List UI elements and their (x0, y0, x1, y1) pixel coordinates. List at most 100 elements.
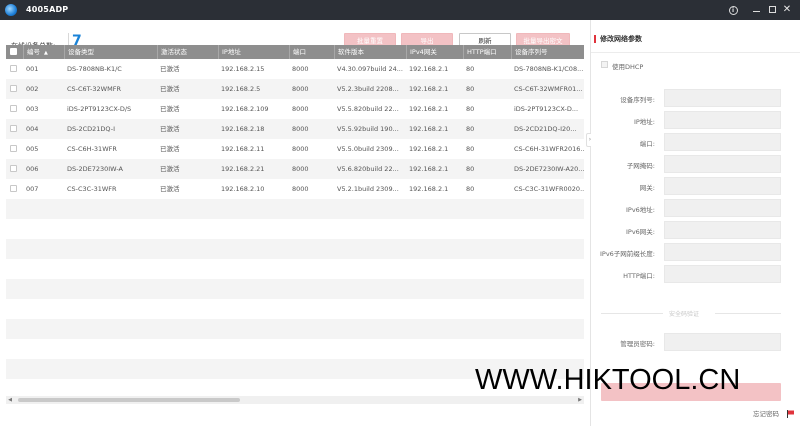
table-row[interactable]: 003 iDS-2PT9123CX-D/S 已激活 192.168.2.109 8000… (6, 99, 584, 119)
scroll-left-icon[interactable]: ◀ (6, 396, 14, 404)
ip-field[interactable] (664, 111, 781, 129)
table-header: 编号 ▲ 设备类型 激活状态 IP地址 端口 软件版本 IPv4网关 HTTP端口… (6, 45, 584, 59)
security-label: 安全码验证 (669, 311, 700, 318)
cell-ip: 192.168.2.5 (221, 85, 261, 93)
cell-serial: iDS-2PT9123CX-D... (514, 105, 579, 113)
column-header-device-type[interactable]: 设备类型 (64, 45, 157, 59)
cell-serial: CS-C6H-31WFR2016... (514, 145, 584, 153)
table-row[interactable]: 006 DS-2DE7230IW-A 已激活 192.168.2.21 8000 V5.6… (6, 159, 584, 179)
close-icon[interactable]: ✕ (780, 3, 794, 17)
device-table: 编号 ▲ 设备类型 激活状态 IP地址 端口 软件版本 IPv4网关 HTTP端口… (6, 45, 584, 395)
cell-id: 006 (26, 165, 39, 173)
ipv6-prefix-field[interactable] (664, 243, 781, 261)
sort-up-icon[interactable]: ▲ (44, 50, 48, 56)
app-title: 4005ADP (26, 5, 69, 14)
table-row[interactable]: 002 CS-C6T-32WMFR 已激活 192.168.2.5 8000 V5.2.3… (6, 79, 584, 99)
minimize-icon[interactable] (749, 3, 763, 17)
cell-device-type: CS-C6T-32WMFR (67, 85, 121, 93)
column-header-ip[interactable]: IP地址 (218, 45, 289, 59)
cell-id: 003 (26, 105, 39, 113)
column-header-port[interactable]: 端口 (289, 45, 334, 59)
cell-port: 8000 (292, 165, 309, 173)
table-row (6, 319, 584, 339)
forgot-password-link[interactable]: 忘记密码 (753, 408, 779, 418)
table-row[interactable]: 005 CS-C6H-31WFR 已激活 192.168.2.11 8000 V5.5.0… (6, 139, 584, 159)
cell-ip: 192.168.2.21 (221, 165, 265, 173)
table-row[interactable]: 007 CS-C3C-31WFR 已激活 192.168.2.10 8000 V5.2.1… (6, 179, 584, 199)
info-icon[interactable]: i (726, 3, 740, 17)
ipv6-label: IPv6地址: (625, 206, 655, 214)
row-checkbox[interactable] (10, 125, 17, 132)
cell-http-port: 80 (466, 185, 475, 193)
scroll-right-icon[interactable]: ▶ (576, 396, 584, 404)
ipv6-prefix-label: IPv6子网前缀长度: (599, 250, 655, 258)
cell-ip: 192.168.2.109 (221, 105, 269, 113)
column-header-version[interactable]: 软件版本 (334, 45, 406, 59)
row-checkbox[interactable] (10, 185, 17, 192)
cell-status: 已激活 (160, 185, 180, 193)
cell-http-port: 80 (466, 145, 475, 153)
cell-device-type: CS-C3C-31WFR (67, 185, 117, 193)
cell-http-port: 80 (466, 65, 475, 73)
cell-status: 已激活 (160, 125, 180, 133)
cell-id: 001 (26, 65, 39, 73)
cell-version: V4.30.097build 24... (337, 65, 403, 73)
cell-ip: 192.168.2.18 (221, 125, 265, 133)
dhcp-checkbox[interactable] (601, 61, 608, 68)
cell-device-type: DS-2DE7230IW-A (67, 165, 123, 173)
cell-http-port: 80 (466, 165, 475, 173)
cell-device-type: DS-2CD21DQ-I (67, 125, 115, 133)
row-checkbox[interactable] (10, 105, 17, 112)
flag-icon[interactable] (787, 410, 794, 418)
column-header-status[interactable]: 激活状态 (157, 45, 218, 59)
cell-id: 004 (26, 125, 39, 133)
cell-serial: CS-C3C-31WFR0020... (514, 185, 584, 193)
password-field[interactable] (664, 333, 781, 351)
cell-version: V5.5.0build 2309... (337, 145, 399, 153)
subnet-field[interactable] (664, 155, 781, 173)
watermark: WWW.HIKTOOL.CN (475, 364, 741, 396)
column-header-gateway[interactable]: IPv4网关 (406, 45, 463, 59)
subnet-label: 子网掩码: (626, 162, 655, 170)
table-row (6, 279, 584, 299)
port-label: 端口: (639, 140, 655, 148)
horizontal-scrollbar[interactable]: ◀ ▶ (6, 396, 584, 404)
cell-status: 已激活 (160, 105, 180, 113)
table-row[interactable]: 004 DS-2CD21DQ-I 已激活 192.168.2.18 8000 V5.5.9… (6, 119, 584, 139)
table-row (6, 259, 584, 279)
column-header-serial[interactable]: 设备序列号 (511, 45, 584, 59)
row-checkbox[interactable] (10, 145, 17, 152)
row-checkbox[interactable] (10, 65, 17, 72)
column-header-id[interactable]: 编号 ▲ (23, 45, 64, 59)
cell-id: 007 (26, 185, 39, 193)
gateway-field[interactable] (664, 177, 781, 195)
cell-port: 8000 (292, 85, 309, 93)
cell-serial: CS-C6T-32WMFR01... (514, 85, 583, 93)
row-checkbox[interactable] (10, 165, 17, 172)
cell-status: 已激活 (160, 85, 180, 93)
port-field[interactable] (664, 133, 781, 151)
cell-http-port: 80 (466, 125, 475, 133)
select-all-checkbox[interactable] (10, 48, 17, 55)
cell-ip: 192.168.2.10 (221, 185, 265, 193)
cell-status: 已激活 (160, 65, 180, 73)
column-header-http-port[interactable]: HTTP端口 (463, 45, 511, 59)
cell-version: V5.5.92build 190... (337, 125, 399, 133)
scrollbar-thumb[interactable] (18, 398, 240, 402)
cell-gateway: 192.168.2.1 (409, 185, 449, 193)
cell-version: V5.2.3build 2208... (337, 85, 399, 93)
http-port-field[interactable] (664, 265, 781, 283)
serial-field[interactable] (664, 89, 781, 107)
ipv6-field[interactable] (664, 199, 781, 217)
maximize-icon[interactable] (765, 3, 779, 17)
row-checkbox[interactable] (10, 85, 17, 92)
cell-gateway: 192.168.2.1 (409, 125, 449, 133)
cell-port: 8000 (292, 125, 309, 133)
cell-serial: DS-2DE7230IW-A20... (514, 165, 584, 173)
cell-id: 005 (26, 145, 39, 153)
cell-version: V5.5.820build 22... (337, 105, 399, 113)
table-row[interactable]: 001 DS-7808NB-K1/C 已激活 192.168.2.15 8000 V4.3… (6, 59, 584, 79)
cell-port: 8000 (292, 185, 309, 193)
table-row (6, 339, 584, 359)
ipv6-gateway-field[interactable] (664, 221, 781, 239)
